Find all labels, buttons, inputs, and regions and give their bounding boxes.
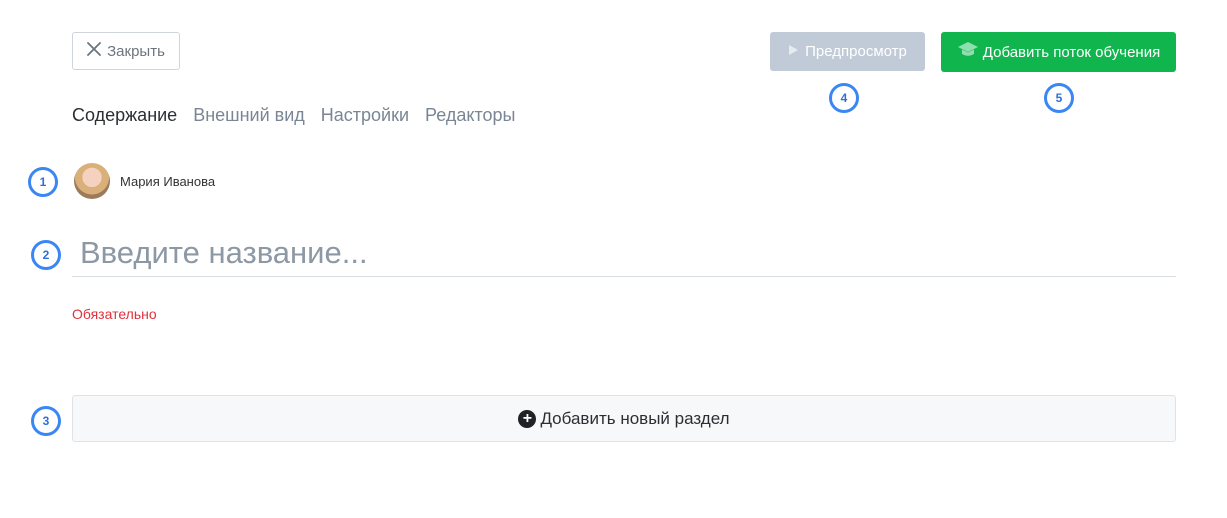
step-badge-1: 1: [28, 167, 58, 197]
step-badge-3: 3: [31, 406, 61, 436]
add-learning-stream-button[interactable]: Добавить поток обучения: [941, 32, 1176, 72]
author-block: Мария Иванова: [74, 163, 215, 199]
step-badge-4: 4: [829, 83, 859, 113]
add-section-label: Добавить новый раздел: [540, 408, 730, 428]
step-badge-5: 5: [1044, 83, 1074, 113]
avatar: [74, 163, 110, 199]
add-section-button[interactable]: + Добавить новый раздел: [72, 395, 1176, 442]
required-error-text: Обязательно: [72, 306, 157, 322]
plus-circle-icon: +: [518, 409, 537, 428]
graduation-cap-icon: [957, 41, 979, 63]
tab-content[interactable]: Содержание: [72, 105, 177, 126]
tab-appearance[interactable]: Внешний вид: [193, 105, 305, 126]
tab-bar: Содержание Внешний вид Настройки Редакто…: [72, 105, 515, 126]
preview-button-label: Предпросмотр: [805, 43, 907, 60]
title-input[interactable]: [72, 230, 1176, 277]
tab-editors[interactable]: Редакторы: [425, 105, 515, 126]
close-button-label: Закрыть: [107, 42, 165, 60]
preview-button[interactable]: Предпросмотр: [770, 32, 925, 71]
close-button[interactable]: Закрыть: [72, 32, 180, 70]
author-name: Мария Иванова: [120, 173, 216, 189]
tab-settings[interactable]: Настройки: [321, 105, 409, 126]
add-learning-stream-label: Добавить поток обучения: [982, 43, 1161, 61]
step-badge-2: 2: [31, 240, 61, 270]
play-icon: [788, 43, 799, 60]
close-icon: [87, 42, 102, 60]
